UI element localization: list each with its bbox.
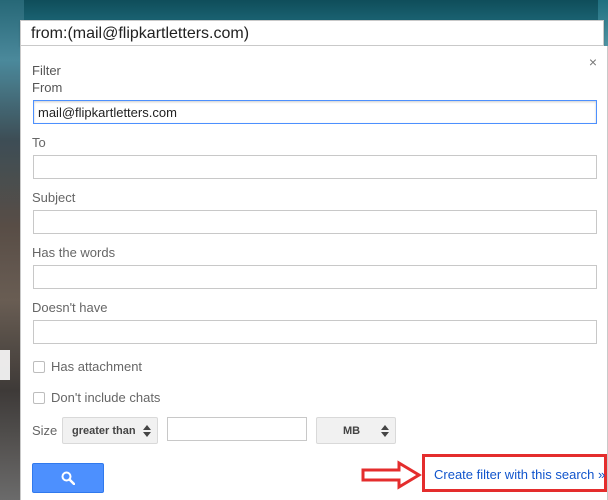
- size-row: Size greater than MB: [32, 417, 592, 445]
- doesnt-have-label: Doesn't have: [32, 300, 108, 315]
- from-field[interactable]: [33, 100, 597, 124]
- search-icon: [61, 471, 75, 485]
- size-value-input[interactable]: [167, 417, 307, 441]
- size-unit-value: MB: [343, 425, 361, 437]
- dont-include-chats-row[interactable]: Don't include chats: [33, 390, 160, 406]
- size-operator-select[interactable]: greater than: [62, 417, 158, 444]
- wallpaper-edge-highlight: [0, 350, 10, 380]
- size-label: Size: [32, 423, 58, 438]
- search-bar[interactable]: from:(mail@flipkartletters.com): [20, 20, 604, 46]
- create-filter-highlight-box: Create filter with this search »: [422, 454, 607, 492]
- subject-field[interactable]: [33, 210, 597, 234]
- updown-arrows-icon: [381, 425, 389, 437]
- dont-include-chats-checkbox[interactable]: [33, 392, 45, 404]
- search-query-text: from:(mail@flipkartletters.com): [31, 25, 250, 42]
- to-label: To: [32, 135, 46, 150]
- size-operator-value: greater than: [72, 425, 136, 437]
- to-field[interactable]: [33, 155, 597, 179]
- dont-include-chats-label: Don't include chats: [51, 390, 161, 405]
- has-words-label: Has the words: [32, 245, 116, 260]
- create-filter-link[interactable]: Create filter with this search »: [434, 467, 605, 483]
- from-label: From: [32, 80, 63, 95]
- has-words-field[interactable]: [33, 265, 597, 289]
- doesnt-have-field[interactable]: [33, 320, 597, 344]
- close-icon[interactable]: ×: [585, 54, 601, 70]
- filter-heading: Filter: [32, 63, 61, 78]
- search-button[interactable]: [32, 463, 104, 493]
- filter-panel: × Filter From To Subject Has the words D…: [20, 46, 608, 500]
- red-arrow-pointer-icon: [361, 460, 422, 490]
- has-attachment-row[interactable]: Has attachment: [33, 359, 142, 375]
- has-attachment-checkbox[interactable]: [33, 361, 45, 373]
- has-attachment-label: Has attachment: [51, 359, 143, 374]
- subject-label: Subject: [32, 190, 76, 205]
- updown-arrows-icon: [143, 425, 151, 437]
- size-unit-select[interactable]: MB: [316, 417, 396, 444]
